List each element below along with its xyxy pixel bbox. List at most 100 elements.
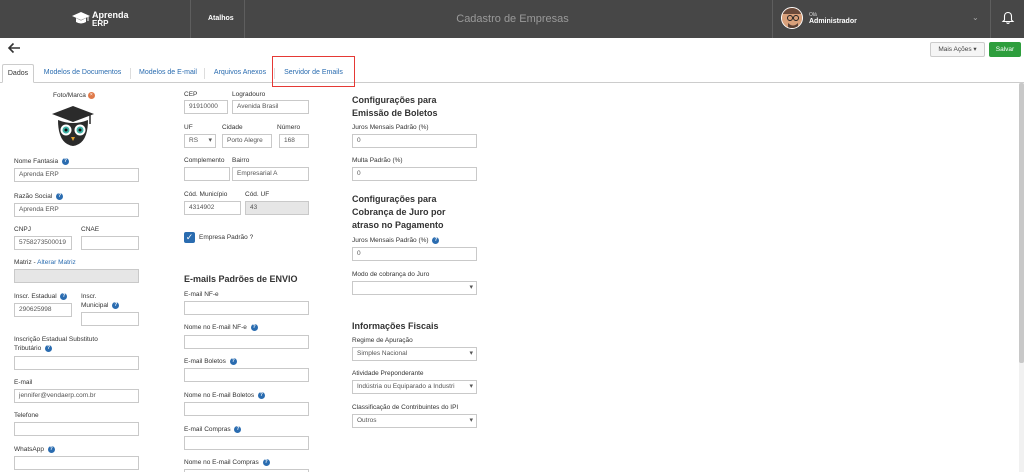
shortcuts-menu[interactable]: Atalhos [208, 15, 234, 22]
whatsapp-text: WhatsApp [14, 446, 44, 454]
juros2-text: Juros Mensais Padrão (%) [352, 237, 429, 245]
cod-municipio-input[interactable]: 4314902 [184, 201, 241, 215]
nome-email-nfe-input[interactable] [184, 335, 309, 349]
help-icon[interactable]: ? [61, 158, 69, 165]
regime-select[interactable]: Simples Nacional [352, 347, 477, 361]
nome-email-boletos-label: Nome no E-mail Boletos ? [184, 392, 265, 399]
email-compras-label: E-mail Compras ? [184, 426, 242, 434]
tab-label: Modelos de E-mail [139, 69, 197, 76]
help-icon[interactable]: ? [45, 345, 53, 352]
email-boletos-input[interactable] [184, 368, 309, 382]
tab-modelos-documentos[interactable]: Modelos de Documentos [34, 64, 131, 83]
inscr-subst-label-2: Tributário ? [14, 345, 53, 352]
app-logo[interactable]: Aprenda ERP [72, 9, 132, 29]
logradouro-input[interactable]: Avenida Brasil [232, 100, 309, 114]
nome-email-boletos-input[interactable] [184, 402, 309, 416]
help-icon[interactable]: ? [257, 392, 265, 399]
nome-email-nfe-text: Nome no E-mail NF-e [184, 324, 247, 332]
inscr-estadual-text: Inscr. Estadual [14, 293, 57, 301]
help-icon[interactable]: ? [60, 293, 68, 300]
company-logo-image[interactable] [50, 104, 96, 148]
bairro-input[interactable]: Empresarial A [232, 167, 309, 181]
inscr-municipal-label: Inscr. [81, 293, 97, 300]
multa-input[interactable]: 0 [352, 167, 477, 181]
help-icon[interactable]: ? [47, 446, 55, 453]
cep-input[interactable]: 91910000 [184, 100, 228, 114]
regime-label: Regime de Apuração [352, 337, 413, 344]
classificacao-select[interactable]: Outros [352, 414, 477, 428]
email-boletos-label: E-mail Boletos ? [184, 358, 237, 365]
tab-dados[interactable]: Dados [2, 64, 34, 83]
inscr-subst-input[interactable] [14, 356, 139, 370]
help-icon[interactable]: ? [250, 324, 258, 331]
whatsapp-input[interactable] [14, 456, 139, 470]
modo-select[interactable] [352, 281, 477, 295]
boletos-title-line1: Configurações para [352, 95, 437, 105]
telefone-label: Telefone [14, 412, 39, 419]
cobranca-title-line2: Cobrança de Juro por [352, 207, 446, 217]
atividade-select[interactable]: Indústria ou Equiparado a Industri [352, 380, 477, 394]
empresa-padrao-checkbox[interactable]: ✓ [184, 232, 195, 243]
help-icon[interactable]: ? [112, 302, 120, 309]
save-button[interactable]: Salvar [989, 42, 1021, 57]
uf-select[interactable]: RS [184, 134, 216, 148]
graduation-cap-icon [72, 12, 90, 24]
bell-icon[interactable] [1001, 11, 1015, 25]
email-compras-input[interactable] [184, 436, 309, 450]
multa-label: Multa Padrão (%) [352, 157, 403, 164]
inscr-municipal-label-2: Municipal ? [81, 302, 120, 310]
cod-municipio-label: Cód. Município [184, 191, 228, 198]
inscr-estadual-input[interactable]: 290625998 [14, 303, 72, 317]
more-actions-button[interactable]: Mais Ações ▾ [930, 42, 985, 57]
juros2-label: Juros Mensais Padrão (%) ? [352, 237, 440, 245]
avatar[interactable] [781, 7, 803, 29]
email-compras-text: E-mail Compras [184, 426, 231, 434]
help-icon[interactable]: ? [262, 459, 270, 466]
photo-label-text: Foto/Marca [53, 92, 86, 100]
juros2-input[interactable]: 0 [352, 247, 477, 261]
scrollbar-thumb[interactable] [1019, 83, 1024, 363]
help-icon[interactable]: ? [234, 426, 242, 433]
nome-fantasia-input[interactable]: Aprenda ERP [14, 168, 139, 182]
cnpj-input[interactable]: 5758273500019 [14, 236, 72, 250]
chevron-down-icon[interactable]: ⌄ [972, 13, 979, 22]
help-icon[interactable]: ? [432, 237, 440, 244]
user-name[interactable]: Administrador [809, 18, 857, 25]
caret-down-icon: ▾ [973, 46, 977, 53]
page-title: Cadastro de Empresas [456, 13, 569, 25]
inscr-municipal-text: Municipal [81, 302, 109, 310]
modo-label: Modo de cobrança do Juro [352, 271, 430, 278]
cnae-label: CNAE [81, 226, 100, 233]
tab-label: Modelos de Documentos [43, 69, 122, 76]
divider [772, 0, 773, 38]
email-input[interactable]: jennifer@vendaerp.com.br [14, 389, 139, 403]
remove-photo-icon[interactable]: × [87, 92, 95, 99]
cobranca-title-line1: Configurações para [352, 194, 437, 204]
whatsapp-label: WhatsApp ? [14, 446, 55, 453]
juros-input[interactable]: 0 [352, 134, 477, 148]
email-boletos-text: E-mail Boletos [184, 358, 226, 366]
tab-bar: Dados Modelos de Documentos Modelos de E… [0, 64, 1024, 83]
cidade-input[interactable]: Porto Alegre [222, 134, 272, 148]
razao-social-input[interactable]: Aprenda ERP [14, 203, 139, 217]
email-nfe-input[interactable] [184, 301, 309, 315]
highlight-box [272, 56, 355, 87]
divider [190, 0, 191, 38]
tab-arquivos-anexos[interactable]: Arquivos Anexos [205, 64, 275, 83]
numero-input[interactable]: 168 [279, 134, 309, 148]
nome-email-compras-text: Nome no E-mail Compras [184, 459, 259, 467]
cnae-input[interactable] [81, 236, 139, 250]
juros-label: Juros Mensais Padrão (%) [352, 124, 429, 131]
razao-social-text: Razão Social [14, 193, 53, 201]
alterar-matriz-link[interactable]: Alterar Matriz [37, 259, 76, 266]
tab-modelos-email[interactable]: Modelos de E-mail [131, 64, 205, 83]
numero-label: Número [277, 124, 301, 131]
inscr-municipal-input[interactable] [81, 312, 139, 326]
complemento-input[interactable] [184, 167, 230, 181]
telefone-input[interactable] [14, 422, 139, 436]
help-icon[interactable]: ? [56, 193, 64, 200]
back-arrow-icon[interactable] [7, 41, 21, 55]
cep-label: CEP [184, 91, 198, 98]
help-icon[interactable]: ? [229, 358, 237, 365]
inscr-subst-label: Inscrição Estadual Substituto [14, 336, 98, 343]
